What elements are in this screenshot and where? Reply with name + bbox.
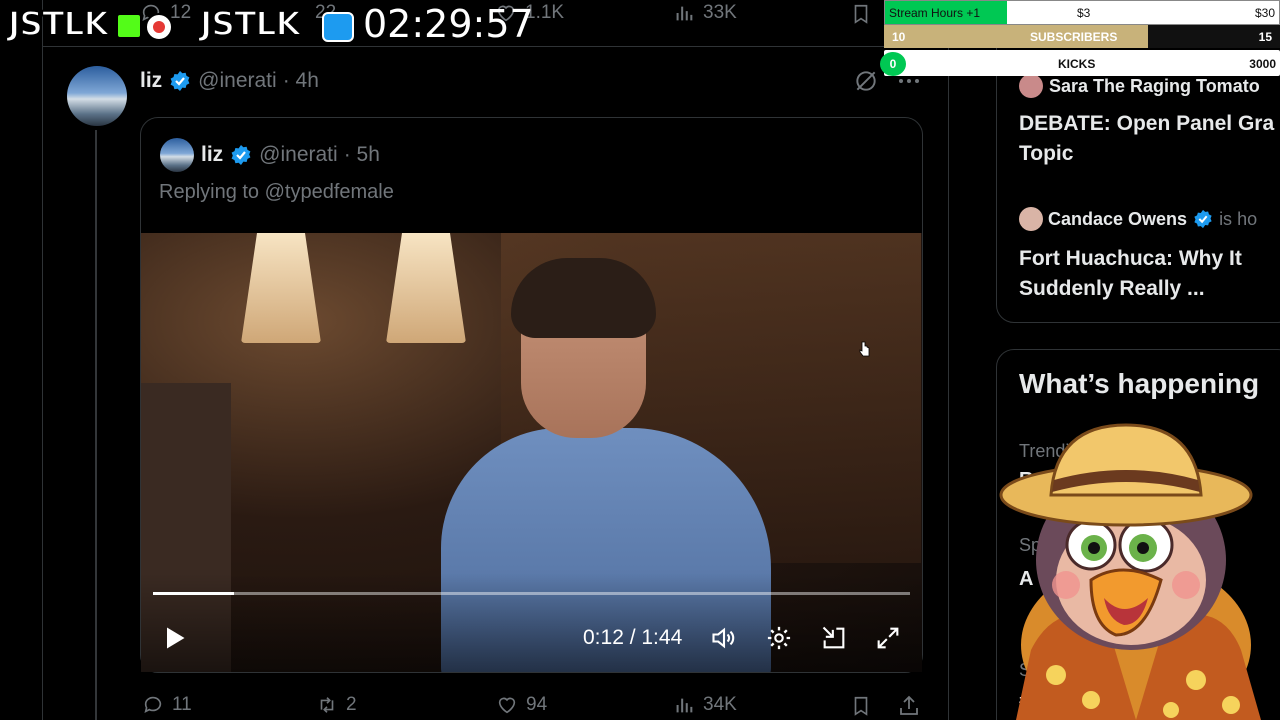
live-item-title[interactable]: DEBATE: Open Panel Gra Topic [1019,109,1280,169]
tweet-actions: 11 2 94 34K [140,694,922,720]
tweet-header: liz @inerati · 4h [140,67,319,95]
subscribers-count: 10 [892,30,906,44]
tweet-time[interactable]: · 4h [283,69,319,93]
bookmark-icon [854,696,868,716]
author-name[interactable]: liz [140,69,162,93]
quote-author-name: liz [201,143,224,166]
subscribers-row: 10 SUBSCRIBERS 15 [884,25,1280,48]
bookmark-button[interactable] [850,694,872,720]
grok-button[interactable] [853,68,879,99]
lamp [386,233,466,343]
quote-time: · 5h [343,143,380,166]
retweet-button[interactable]: 2 [316,694,357,716]
volume-button[interactable] [710,624,738,657]
play-button[interactable] [160,624,188,657]
kicks-goal: 3000 [1249,57,1276,71]
play-icon [167,627,185,649]
subscribers-goal: 15 [1258,30,1272,44]
kick-icon [116,13,142,39]
fullscreen-icon [877,627,899,649]
volume-icon [712,627,735,649]
channel-logo: JSTLK [7,3,110,44]
whats-happening-title: What’s happening [1019,368,1260,399]
reply-button[interactable]: 11 [142,694,192,716]
twitter-icon [322,12,354,42]
quote-author-handle: @inerati [259,143,338,166]
video-player[interactable] [141,233,922,672]
host-name: Sara The Raging Tomato [1049,75,1260,96]
like-count: 94 [526,694,548,715]
lamp [241,233,321,343]
record-icon [145,13,173,41]
kicks-row: 0 KICKS 3000 [880,50,1280,76]
heart-icon [498,697,516,714]
analytics-icon [676,6,693,21]
host-name: Candace Owens [1048,208,1188,229]
cursor-icon [859,341,870,357]
host-status: is ho [1219,208,1258,229]
quote-header: liz @inerati · 5h [201,141,380,169]
stream-hours-row: Stream Hours +1 $3 $30 [884,0,1280,25]
like-button[interactable]: 94 [496,694,547,716]
thread-line [95,130,97,720]
author-handle[interactable]: @inerati [198,69,277,93]
verified-badge-icon [170,71,190,91]
video-progress-track[interactable] [153,592,910,595]
views-button[interactable]: 34K [673,694,737,716]
bookmark-button[interactable] [850,2,872,31]
live-item-title[interactable]: Fort Huachuca: Why It Suddenly Really ..… [1019,244,1269,304]
video-gradient [141,573,922,672]
fullscreen-button[interactable] [874,624,902,657]
replying-to: Replying to @typedfemale [159,181,394,203]
stream-hours-label: Stream Hours +1 [889,6,981,20]
reply-count: 11 [172,694,192,715]
mascot-image [999,423,1261,720]
channel-logo: JSTLK [199,3,302,44]
grok-icon [856,71,876,91]
kicks-count: 0 [880,52,906,76]
avatar[interactable] [67,66,127,126]
quote-avatar [160,138,194,172]
retweet-count: 2 [346,694,357,715]
views-count: 34K [703,694,737,715]
subscribers-label: SUBSCRIBERS [1030,30,1118,44]
gear-icon [767,626,791,650]
stream-hours-price: $3 [1077,6,1091,20]
verified-badge-icon [231,145,251,165]
stream-clock: 02:29:57 [363,2,534,46]
stream-hours-price: $30 [1254,6,1275,20]
host-avatar [1019,207,1043,231]
video-time: 0:12 / 1:44 [583,626,683,649]
retweet-icon [320,697,334,713]
reply-icon [144,696,162,713]
views-button[interactable]: 33K [673,2,737,24]
analytics-icon [676,698,693,713]
kicks-label: KICKS [1058,57,1096,71]
live-item-host[interactable]: Candace Owens is ho [1019,206,1280,232]
share-icon [900,695,918,715]
views-count: 33K [703,2,737,23]
stream-goals-widget: Stream Hours +1 $3 $30 10 SUBSCRIBERS 15… [880,0,1280,78]
bookmark-icon [854,4,868,24]
share-button[interactable] [897,694,921,720]
video-progress-fill [153,592,234,595]
pip-icon [822,626,845,649]
verified-badge-icon [1194,209,1212,229]
settings-button[interactable] [765,624,793,657]
person-hair [511,258,656,338]
pip-button[interactable] [820,624,848,657]
stream-logo-bar: JSTLK JSTLK 02:29:57 [0,0,534,48]
